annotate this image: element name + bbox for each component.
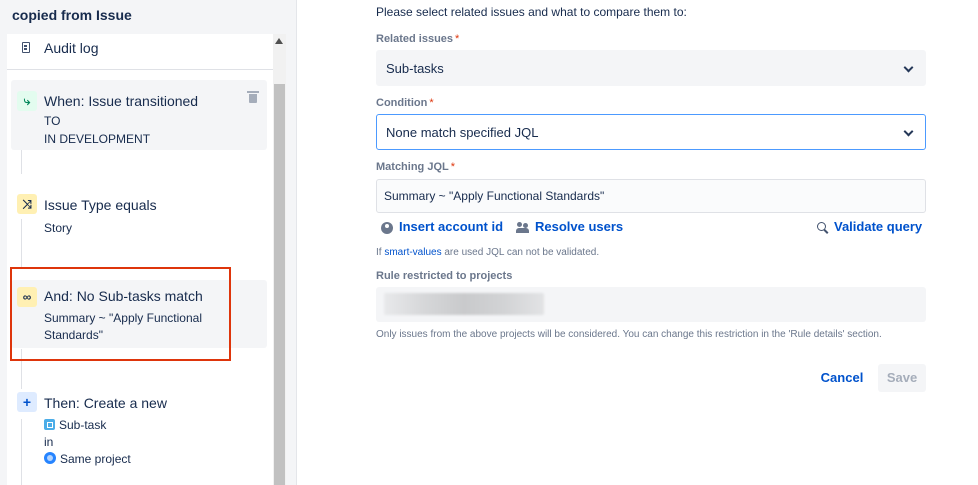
restricted-projects-label: Rule restricted to projects bbox=[376, 270, 513, 282]
cancel-button[interactable]: Cancel bbox=[817, 364, 867, 392]
form-intro: Please select related issues and what to… bbox=[376, 5, 687, 19]
related-issues-select[interactable]: Sub-tasks bbox=[376, 50, 926, 86]
required-marker: * bbox=[455, 33, 460, 45]
condition-value: Story bbox=[44, 221, 73, 235]
chevron-down-icon bbox=[903, 126, 914, 137]
audit-log-label: Audit log bbox=[44, 40, 99, 56]
related-issues-value: Sub-tasks bbox=[386, 61, 444, 76]
insert-account-id-label: Insert account id bbox=[399, 219, 504, 234]
trigger-title: When: Issue transitioned bbox=[44, 93, 199, 109]
condition-form: Please select related issues and what to… bbox=[376, 0, 926, 485]
condition-label: Condition * bbox=[376, 97, 434, 109]
save-button[interactable]: Save bbox=[878, 364, 926, 392]
matching-jql-input[interactable]: Summary ~ "Apply Functional Standards" bbox=[376, 179, 926, 213]
matching-jql-label-text: Matching JQL bbox=[376, 161, 449, 173]
helper-suffix: are used JQL can not be validated. bbox=[441, 247, 600, 258]
plus-icon: + bbox=[17, 392, 37, 412]
condition-value: None match specified JQL bbox=[386, 125, 539, 140]
validate-query-label: Validate query bbox=[834, 219, 923, 234]
insert-account-id-link[interactable]: Insert account id bbox=[381, 219, 503, 234]
matching-jql-value: Summary ~ "Apply Functional Standards" bbox=[384, 189, 605, 203]
rule-sidebar: copied from Issue Audit log ⤷ When: Issu… bbox=[0, 0, 297, 485]
validate-query-link[interactable]: Validate query bbox=[817, 219, 922, 234]
restriction-note: Only issues from the above projects will… bbox=[376, 329, 882, 340]
scrollbar-thumb[interactable] bbox=[274, 84, 285, 485]
condition-title: Issue Type equals bbox=[44, 197, 157, 213]
condition-label-text: Condition bbox=[376, 97, 428, 109]
shuffle-icon: ⤨ bbox=[17, 194, 37, 214]
matching-jql-label: Matching JQL * bbox=[376, 161, 455, 173]
related-issues-label: Related issues * bbox=[376, 33, 459, 45]
required-marker: * bbox=[450, 161, 456, 173]
action-in-label: in bbox=[44, 435, 54, 449]
jql-helper-text: If smart-values are used JQL can not be … bbox=[376, 247, 599, 258]
project-icon bbox=[44, 452, 56, 464]
trash-icon[interactable] bbox=[247, 90, 259, 103]
smart-values-link[interactable]: smart-values bbox=[384, 247, 441, 258]
action-issue-type: Sub-task bbox=[44, 417, 106, 434]
audit-log-item[interactable]: Audit log bbox=[7, 34, 273, 70]
required-marker: * bbox=[429, 97, 434, 109]
resolve-users-label: Resolve users bbox=[535, 219, 624, 234]
restricted-projects-field bbox=[376, 287, 926, 322]
branch-icon: ⤷ bbox=[17, 91, 37, 111]
account-icon bbox=[381, 221, 393, 234]
scroll-up-arrow-icon[interactable] bbox=[275, 38, 283, 44]
document-icon bbox=[22, 42, 30, 53]
resolve-users-link[interactable]: Resolve users bbox=[516, 219, 623, 234]
users-icon bbox=[516, 222, 529, 234]
chevron-down-icon bbox=[903, 62, 914, 73]
subtask-icon bbox=[44, 419, 55, 430]
sidebar-scrollbar[interactable] bbox=[273, 34, 286, 485]
condition-select[interactable]: None match specified JQL bbox=[376, 114, 926, 150]
related-issues-label-text: Related issues bbox=[376, 33, 454, 45]
trigger-to-label: TO bbox=[44, 114, 61, 128]
search-icon bbox=[817, 222, 828, 233]
action-title: Then: Create a new bbox=[44, 395, 167, 411]
trigger-status: IN DEVELOPMENT bbox=[44, 132, 151, 146]
rule-title: copied from Issue bbox=[12, 7, 132, 23]
rule-components-panel: Audit log ⤷ When: Issue transitioned TO … bbox=[7, 34, 273, 485]
condition-card-issue-type[interactable]: ⤨ Issue Type equals Story bbox=[11, 184, 267, 244]
action-card[interactable]: + Then: Create a new Sub-task in Same pr… bbox=[11, 386, 267, 476]
redacted-project-name bbox=[384, 293, 544, 315]
action-issue-type-label: Sub-task bbox=[59, 418, 107, 432]
action-project-label: Same project bbox=[60, 452, 131, 466]
highlight-box bbox=[10, 267, 231, 361]
trigger-card[interactable]: ⤷ When: Issue transitioned TO IN DEVELOP… bbox=[11, 80, 267, 150]
action-project: Same project bbox=[44, 451, 131, 468]
